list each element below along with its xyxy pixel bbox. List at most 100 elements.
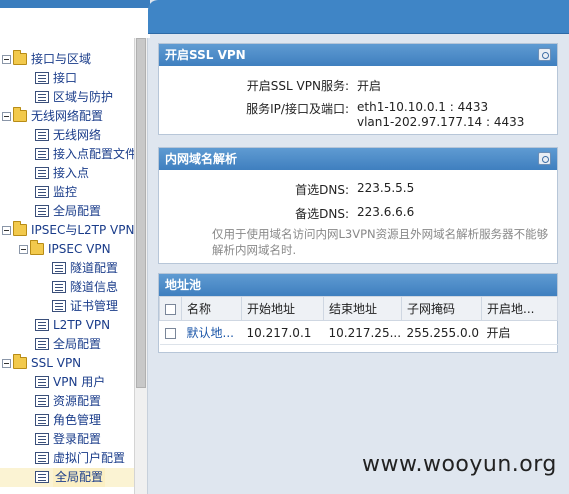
page-icon: [35, 452, 49, 464]
sidebar-item-label: 接口与区域: [31, 52, 92, 66]
pool-enabled-cell: 开启: [481, 320, 558, 345]
row-checkbox[interactable]: [164, 327, 176, 339]
page-icon: [52, 281, 66, 293]
sidebar-item-roles[interactable]: 角色管理: [0, 411, 134, 430]
page-icon: [35, 72, 49, 84]
ssl-service-value: 开启: [357, 79, 382, 93]
panel-settings-icon[interactable]: [538, 48, 551, 61]
sidebar-item-label: L2TP VPN: [53, 318, 111, 332]
page-icon: [35, 205, 49, 217]
dns-panel: 内网域名解析 首选DNS: 223.5.5.5 备选DNS: 223.6.6.6…: [158, 147, 558, 264]
page-icon: [35, 414, 49, 426]
sidebar-folder-wireless[interactable]: 无线网络配置: [0, 107, 134, 126]
watermark: www.wooyun.org: [362, 452, 557, 477]
collapse-toggle-icon[interactable]: [2, 112, 11, 121]
collapse-toggle-icon[interactable]: [2, 55, 11, 64]
page-icon: [35, 395, 49, 407]
primary-dns-value: 223.5.5.5: [357, 181, 415, 195]
page-icon: [35, 129, 49, 141]
folder-icon: [13, 354, 27, 369]
pool-end-cell: 10.217.25...: [323, 320, 402, 345]
sidebar-item-wireless-network[interactable]: 无线网络: [0, 126, 134, 145]
pool-name-link[interactable]: 默认地...: [181, 320, 242, 345]
column-header-enabled[interactable]: 开启地...: [481, 296, 558, 321]
address-pool-panel-title: 地址池: [165, 278, 202, 292]
address-pool-panel: 地址池 名称 开始地址 结束地址 子网掩码 开启地... 默认地... 10.2…: [158, 273, 558, 353]
sidebar-item-portal-config[interactable]: 虚拟门户配置: [0, 449, 134, 468]
address-pool-panel-header: 地址池: [159, 274, 557, 296]
page-icon: [35, 433, 49, 445]
ssl-service-label: 开启SSL VPN服务:: [246, 79, 349, 93]
collapse-toggle-icon[interactable]: [2, 226, 11, 235]
ssl-vpn-panel-title: 开启SSL VPN: [165, 48, 246, 62]
sidebar-item-ap-profile[interactable]: 接入点配置文件: [0, 145, 138, 164]
sidebar-item-resources[interactable]: 资源配置: [0, 392, 134, 411]
sidebar-item-access-point[interactable]: 接入点: [0, 164, 134, 183]
sidebar-item-monitor[interactable]: 监控: [0, 183, 134, 202]
sidebar-item-label: 全局配置: [53, 204, 102, 218]
ssl-vpn-panel: 开启SSL VPN 开启SSL VPN服务: 开启 服务IP/接口及端口: et…: [158, 43, 558, 135]
page-icon: [35, 319, 49, 331]
sidebar-item-label: 无线网络配置: [31, 109, 104, 123]
sidebar-folder-ipsec-l2tp[interactable]: IPSEC与L2TP VPN: [0, 221, 134, 240]
sidebar-item-tunnel-config[interactable]: 隧道配置: [0, 259, 134, 278]
sidebar-item-label: 接口: [53, 71, 78, 85]
sidebar-scrollbar[interactable]: [134, 38, 147, 494]
ssl-port-label: 服务IP/接口及端口:: [246, 102, 349, 116]
sidebar-item-l2tp-vpn[interactable]: L2TP VPN: [0, 316, 134, 335]
row-checkbox-cell[interactable]: [159, 320, 182, 345]
collapse-toggle-icon[interactable]: [2, 359, 11, 368]
sidebar-item-label: 全局配置: [53, 468, 106, 487]
column-header-mask[interactable]: 子网掩码: [401, 296, 482, 321]
page-icon: [52, 262, 66, 274]
page-icon: [35, 91, 49, 103]
pool-mask-cell: 255.255.0.0: [401, 320, 482, 345]
sidebar-scrollbar-thumb[interactable]: [136, 38, 146, 388]
page-icon: [52, 300, 66, 312]
sidebar-item-tunnel-info[interactable]: 隧道信息: [0, 278, 134, 297]
column-header-end[interactable]: 结束地址: [323, 296, 402, 321]
page-icon: [35, 148, 49, 160]
sidebar-item-cert-mgmt[interactable]: 证书管理: [0, 297, 134, 316]
folder-icon: [30, 240, 44, 255]
sidebar-item-ipsec-global[interactable]: 全局配置: [0, 335, 134, 354]
page-icon: [35, 376, 49, 388]
sidebar-item-label: 监控: [53, 185, 78, 199]
ssl-vpn-panel-header: 开启SSL VPN: [159, 44, 557, 66]
sidebar-item-label: 无线网络: [53, 128, 102, 142]
page-icon: [35, 167, 49, 179]
collapse-toggle-icon[interactable]: [19, 245, 28, 254]
panel-settings-icon[interactable]: [538, 152, 551, 165]
sidebar-item-label: 资源配置: [53, 394, 102, 408]
primary-dns-label: 首选DNS:: [295, 183, 349, 197]
sidebar-item-label: 证书管理: [70, 299, 119, 313]
sidebar-item-label: IPSEC VPN: [48, 242, 111, 256]
dns-note: 仅用于使用域名访问内网L3VPN资源且外网域名解析服务器不能够解析内网域名时.: [212, 227, 549, 257]
column-header-name[interactable]: 名称: [181, 296, 242, 321]
folder-icon: [13, 107, 27, 122]
column-header-start[interactable]: 开始地址: [241, 296, 324, 321]
sidebar-item-interfaces[interactable]: 接口: [0, 69, 134, 88]
sidebar-item-zones-protection[interactable]: 区域与防护: [0, 88, 134, 107]
sidebar-folder-ssl-vpn[interactable]: SSL VPN: [0, 354, 134, 373]
secondary-dns-label: 备选DNS:: [295, 207, 349, 221]
sidebar-item-label: 全局配置: [53, 337, 102, 351]
sidebar-folder-ipsec-vpn[interactable]: IPSEC VPN: [0, 240, 134, 259]
dns-panel-header: 内网域名解析: [159, 148, 557, 170]
pool-start-cell: 10.217.0.1: [241, 320, 324, 345]
sidebar-item-wireless-global[interactable]: 全局配置: [0, 202, 134, 221]
header-accent-band: [0, 0, 150, 8]
sidebar-item-label: 接入点配置文件: [53, 147, 138, 161]
select-all-checkbox-cell[interactable]: [159, 296, 182, 321]
folder-icon: [13, 50, 27, 65]
dns-panel-title: 内网域名解析: [165, 152, 238, 166]
select-all-checkbox[interactable]: [165, 303, 176, 315]
sidebar-item-ssl-global[interactable]: 全局配置: [0, 468, 134, 487]
sidebar-item-label: 区域与防护: [53, 90, 114, 104]
sidebar: 接口与区域接口区域与防护无线网络配置无线网络接入点配置文件接入点监控全局配置 IP…: [0, 38, 148, 494]
sidebar-item-vpn-users[interactable]: VPN 用户: [0, 373, 134, 392]
sidebar-item-label: 角色管理: [53, 413, 102, 427]
sidebar-item-login-config[interactable]: 登录配置: [0, 430, 134, 449]
address-pool-table: 名称 开始地址 结束地址 子网掩码 开启地... 默认地... 10.217.0…: [159, 296, 558, 345]
sidebar-folder-interfaces-zones[interactable]: 接口与区域: [0, 50, 134, 69]
